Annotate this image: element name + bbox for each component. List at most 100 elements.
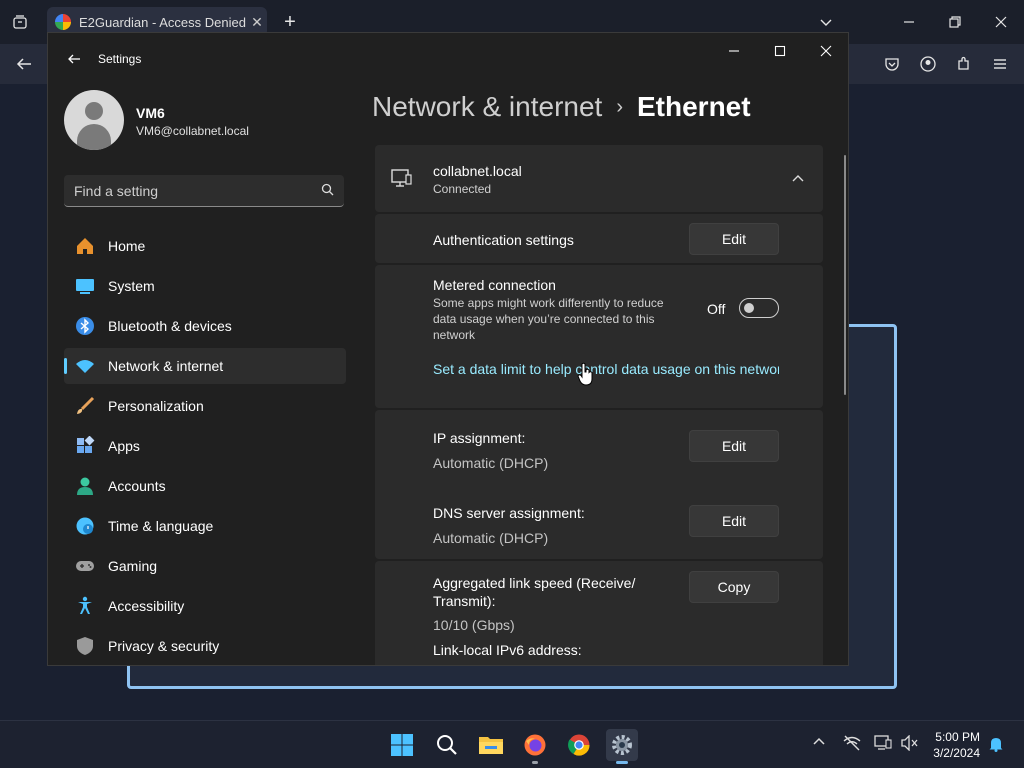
accessibility-icon bbox=[74, 595, 96, 617]
ipv6-label: Link-local IPv6 address: bbox=[433, 642, 582, 658]
settings-window: Settings VM6 VM6@collabnet.local Home Sy bbox=[47, 32, 849, 666]
menu-icon[interactable] bbox=[988, 52, 1012, 76]
hand-cursor-icon bbox=[577, 362, 595, 391]
back-arrow-icon[interactable] bbox=[12, 52, 36, 76]
sidebar-item-accessibility[interactable]: Accessibility bbox=[64, 588, 346, 624]
scrollbar[interactable] bbox=[844, 155, 846, 395]
new-tab-button[interactable]: + bbox=[278, 10, 302, 34]
apps-icon bbox=[74, 435, 96, 457]
chevron-right-icon: › bbox=[616, 95, 623, 118]
account-icon[interactable] bbox=[916, 52, 940, 76]
minimize-button[interactable] bbox=[711, 37, 757, 65]
link-speed-label: Aggregated link speed (Receive/ Transmit… bbox=[433, 575, 636, 609]
sidebar-item-time-language[interactable]: Time & language bbox=[64, 508, 346, 544]
ip-assignment-label: IP assignment: bbox=[433, 430, 526, 446]
sidebar-item-apps[interactable]: Apps bbox=[64, 428, 346, 464]
ethernet-settings: collabnet.local Connected Authentication… bbox=[375, 145, 823, 665]
tab-list-icon[interactable] bbox=[8, 10, 32, 34]
file-explorer-icon[interactable] bbox=[475, 729, 507, 761]
sidebar-item-bluetooth[interactable]: Bluetooth & devices bbox=[64, 308, 346, 344]
window-title: Settings bbox=[98, 52, 142, 66]
network-off-icon[interactable] bbox=[843, 735, 861, 754]
tray-chevron-up-icon[interactable] bbox=[812, 735, 826, 752]
sidebar-item-personalization[interactable]: Personalization bbox=[64, 388, 346, 424]
sidebar-item-system[interactable]: System bbox=[64, 268, 346, 304]
sidebar-item-label: Gaming bbox=[108, 558, 158, 574]
chevron-down-icon[interactable] bbox=[814, 10, 838, 34]
sidebar-item-privacy[interactable]: Privacy & security bbox=[64, 628, 346, 664]
active-indicator bbox=[616, 761, 628, 764]
sidebar-item-label: Personalization bbox=[108, 398, 204, 414]
settings-icon[interactable] bbox=[606, 729, 638, 764]
extensions-icon[interactable] bbox=[952, 52, 976, 76]
browser-close-icon[interactable] bbox=[989, 10, 1013, 34]
browser-minimize-icon[interactable] bbox=[897, 10, 921, 34]
globe-icon bbox=[74, 515, 96, 537]
copy-button[interactable]: Copy bbox=[689, 571, 779, 603]
properties-card: Aggregated link speed (Receive/ Transmit… bbox=[375, 561, 823, 665]
search-icon[interactable] bbox=[321, 183, 334, 199]
page-title: Ethernet bbox=[637, 91, 751, 122]
volume-muted-icon[interactable] bbox=[901, 734, 919, 754]
network-header-card[interactable]: collabnet.local Connected bbox=[375, 145, 823, 212]
sidebar-item-label: Time & language bbox=[108, 518, 214, 534]
firefox-icon[interactable] bbox=[519, 729, 551, 764]
auth-edit-button[interactable]: Edit bbox=[689, 223, 779, 255]
sidebar-item-home[interactable]: Home bbox=[64, 228, 346, 264]
shield-icon bbox=[74, 635, 96, 657]
user-name: VM6 bbox=[136, 105, 165, 121]
breadcrumb-parent[interactable]: Network & internet bbox=[372, 91, 602, 123]
avatar[interactable] bbox=[64, 90, 124, 150]
start-icon[interactable] bbox=[386, 729, 418, 761]
browser-restore-icon[interactable] bbox=[943, 10, 967, 34]
data-limit-link[interactable]: Set a data limit to help control data us… bbox=[433, 361, 779, 377]
search-box[interactable] bbox=[64, 175, 344, 207]
network-name: collabnet.local bbox=[433, 163, 522, 179]
link-speed-value: 10/10 (Gbps) bbox=[433, 617, 515, 633]
sidebar-item-label: Network & internet bbox=[108, 358, 224, 374]
avatar-head bbox=[85, 102, 103, 120]
sidebar-item-label: Accessibility bbox=[108, 598, 185, 614]
clock-date: 3/2/2024 bbox=[933, 746, 980, 760]
sidebar-nav: Home System Bluetooth & devices Network … bbox=[64, 228, 346, 665]
metered-state: Off bbox=[707, 301, 726, 317]
chevron-up-icon[interactable] bbox=[792, 172, 804, 190]
toggle-knob bbox=[744, 303, 754, 313]
metered-label: Metered connection bbox=[433, 277, 556, 293]
clock[interactable]: 5:00 PM 3/2/2024 bbox=[933, 729, 980, 761]
sidebar-item-label: Privacy & security bbox=[108, 638, 220, 654]
back-button[interactable] bbox=[62, 47, 86, 71]
close-tab-icon[interactable]: ✕ bbox=[247, 14, 267, 31]
avatar-body bbox=[77, 124, 111, 150]
ip-assignment-value: Automatic (DHCP) bbox=[433, 455, 549, 471]
sidebar-item-label: System bbox=[108, 278, 155, 294]
ethernet-tray-icon[interactable] bbox=[874, 735, 892, 754]
dns-assignment-label: DNS server assignment: bbox=[433, 505, 585, 521]
home-icon bbox=[74, 235, 96, 257]
metered-toggle[interactable] bbox=[739, 298, 779, 318]
dns-edit-button[interactable]: Edit bbox=[689, 505, 779, 537]
sidebar-item-network[interactable]: Network & internet bbox=[64, 348, 346, 384]
metered-connection-row: Metered connection Some apps might work … bbox=[375, 265, 823, 408]
sidebar-item-gaming[interactable]: Gaming bbox=[64, 548, 346, 584]
chrome-icon[interactable] bbox=[563, 729, 595, 761]
ethernet-icon bbox=[391, 167, 413, 194]
browser-tab-title: E2Guardian - Access Denied bbox=[79, 14, 246, 30]
search-icon[interactable] bbox=[431, 729, 463, 761]
sidebar-item-accounts[interactable]: Accounts bbox=[64, 468, 346, 504]
breadcrumb: Network & internet › Ethernet bbox=[372, 91, 751, 123]
sidebar-item-label: Bluetooth & devices bbox=[108, 318, 232, 334]
maximize-button[interactable] bbox=[757, 37, 803, 65]
sidebar-item-label: Home bbox=[108, 238, 146, 254]
accounts-icon bbox=[74, 475, 96, 497]
auth-label: Authentication settings bbox=[433, 232, 574, 248]
notification-bell-icon[interactable] bbox=[988, 736, 1004, 755]
ip-settings-card: IP assignment: Automatic (DHCP) Edit DNS… bbox=[375, 410, 823, 559]
search-input[interactable] bbox=[74, 182, 321, 199]
close-button[interactable] bbox=[803, 37, 848, 65]
taskbar: 5:00 PM 3/2/2024 bbox=[0, 720, 1024, 768]
ip-edit-button[interactable]: Edit bbox=[689, 430, 779, 462]
sidebar-item-label: Accounts bbox=[108, 478, 166, 494]
system-icon bbox=[74, 275, 96, 297]
pocket-icon[interactable] bbox=[880, 52, 904, 76]
